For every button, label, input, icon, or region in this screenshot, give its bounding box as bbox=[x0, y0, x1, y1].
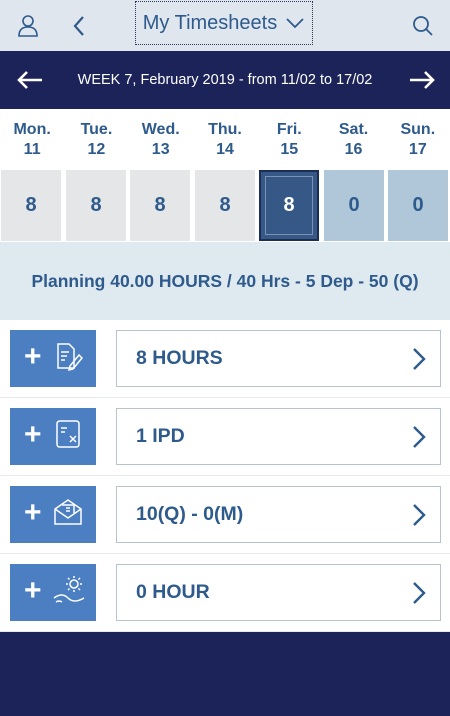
daily-hours-row: 8 8 8 8 8 0 0 bbox=[0, 168, 450, 242]
expense-receipt-icon bbox=[52, 418, 84, 455]
week-navigation: WEEK 7, February 2019 - from 11/02 to 17… bbox=[0, 51, 450, 109]
plus-icon: + bbox=[24, 340, 42, 373]
day-header-sun: Sun. 17 bbox=[400, 121, 436, 158]
user-icon[interactable] bbox=[3, 0, 53, 51]
back-chevron-icon[interactable] bbox=[54, 0, 104, 51]
timesheet-edit-icon bbox=[52, 340, 84, 377]
day-hours-sat[interactable]: 0 bbox=[324, 170, 384, 241]
dropdown-chevron-icon bbox=[285, 12, 305, 35]
plus-icon: + bbox=[24, 496, 42, 529]
ipd-entry[interactable]: 1 IPD bbox=[116, 408, 441, 465]
day-header-thu: Thu. 14 bbox=[208, 121, 242, 158]
search-icon[interactable] bbox=[398, 0, 448, 51]
day-header-fri: Fri. 15 bbox=[276, 121, 302, 158]
absence-entry[interactable]: 0 HOUR bbox=[116, 564, 441, 621]
add-quantity-button[interactable]: + bbox=[10, 486, 96, 543]
chevron-right-icon bbox=[412, 565, 426, 620]
entry-list: + 8 HOURS + 1 IPD + 10(Q) - 0(M) + 0 HOU… bbox=[0, 320, 450, 632]
day-hours-mon[interactable]: 8 bbox=[1, 170, 61, 241]
day-header-mon: Mon. 11 bbox=[13, 121, 51, 158]
quantity-entry[interactable]: 10(Q) - 0(M) bbox=[116, 486, 441, 543]
divider bbox=[0, 631, 450, 632]
page-title: My Timesheets bbox=[142, 11, 278, 34]
chevron-right-icon bbox=[412, 409, 426, 464]
list-item: + 0 HOUR bbox=[0, 554, 450, 632]
timesheet-view-dropdown[interactable]: My Timesheets bbox=[135, 1, 313, 45]
day-hours-thu[interactable]: 8 bbox=[195, 170, 255, 241]
day-hours-fri[interactable]: 8 bbox=[259, 170, 319, 241]
chevron-right-icon bbox=[412, 487, 426, 542]
hours-entry[interactable]: 8 HOURS bbox=[116, 330, 441, 387]
list-item: + 1 IPD bbox=[0, 398, 450, 476]
add-ipd-button[interactable]: + bbox=[10, 408, 96, 465]
plus-icon: + bbox=[24, 574, 42, 607]
top-bar: My Timesheets bbox=[0, 0, 450, 51]
day-header-sat: Sat. 16 bbox=[338, 121, 369, 158]
day-hours-sun[interactable]: 0 bbox=[388, 170, 448, 241]
list-item: + 8 HOURS bbox=[0, 320, 450, 398]
add-absence-button[interactable]: + bbox=[10, 564, 96, 621]
day-header-wed: Wed. 13 bbox=[141, 121, 180, 158]
week-label: WEEK 7, February 2019 - from 11/02 to 17… bbox=[77, 72, 373, 88]
day-hours-wed[interactable]: 8 bbox=[130, 170, 190, 241]
list-item: + 10(Q) - 0(M) bbox=[0, 476, 450, 554]
vacation-sun-icon bbox=[52, 574, 86, 611]
chevron-right-icon bbox=[412, 331, 426, 386]
day-headers: Mon. 11 Tue. 12 Wed. 13 Thu. 14 Fri. 15 … bbox=[0, 109, 450, 168]
planning-summary: Planning 40.00 HOURS / 40 Hrs - 5 Dep - … bbox=[0, 242, 450, 320]
plus-icon: + bbox=[24, 418, 42, 451]
add-hours-button[interactable]: + bbox=[10, 330, 96, 387]
next-week-arrow-icon[interactable] bbox=[394, 51, 450, 109]
day-header-tue: Tue. 12 bbox=[80, 121, 113, 158]
previous-week-arrow-icon[interactable] bbox=[2, 51, 58, 109]
envelope-money-icon bbox=[52, 496, 84, 533]
day-hours-tue[interactable]: 8 bbox=[66, 170, 126, 241]
